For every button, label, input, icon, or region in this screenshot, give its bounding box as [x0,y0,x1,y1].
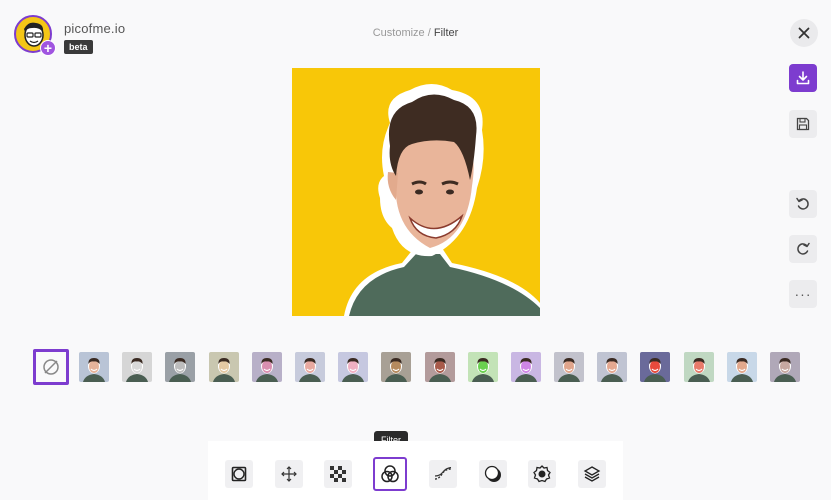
filter-thumbnail[interactable] [251,352,282,382]
filter-preview-image [294,352,325,382]
filter-preview-image [424,352,455,382]
filter-thumbnail[interactable] [640,352,671,382]
filter-thumbnail[interactable] [381,352,412,382]
filter-preview-image [165,352,196,382]
tool-layers[interactable] [578,460,606,488]
bottom-toolbar [208,441,623,500]
filter-thumbnail[interactable] [554,352,585,382]
tool-move[interactable] [275,460,303,488]
filter-preview-image [597,352,628,382]
filter-thumbnail[interactable] [338,352,369,382]
filter-thumbnail[interactable] [467,352,498,382]
checkerboard-icon [330,466,346,482]
save-icon [796,117,810,131]
filter-preview-image [640,352,671,382]
filter-preview-image [251,352,282,382]
shadow-icon [484,465,501,482]
more-icon: ··· [794,286,812,302]
filter-thumbnail[interactable] [165,352,196,382]
tool-background[interactable] [324,460,352,488]
download-button[interactable] [789,64,817,92]
filter-preview-image [683,352,714,382]
filter-thumbnail[interactable] [294,352,325,382]
beta-badge: beta [64,40,93,54]
more-button[interactable]: ··· [789,280,817,308]
filter-thumbnail[interactable] [726,352,757,382]
filter-preview-image [338,352,369,382]
badge-icon [533,465,551,483]
tool-filter[interactable] [373,457,407,491]
filter-preview-image [381,352,412,382]
breadcrumb-separator: / [424,27,434,39]
filter-thumbnail[interactable] [770,352,800,382]
save-button[interactable] [789,110,817,138]
download-icon [796,71,810,85]
filter-preview-image [122,352,153,382]
undo-icon [796,197,809,210]
photo-preview [292,68,540,316]
filter-thumbnail[interactable] [208,352,239,382]
close-button[interactable] [790,19,818,47]
no-filter-icon [43,359,59,375]
filter-preview-image [467,352,498,382]
close-icon [798,27,810,39]
filter-preview-image [79,352,109,382]
filter-thumbnail[interactable] [79,352,109,382]
breadcrumb-parent[interactable]: Customize [373,27,425,39]
filter-preview-image [726,352,757,382]
filter-preview-image [510,352,541,382]
breadcrumb: Customize / Filter [0,27,831,39]
filter-icon [381,465,399,483]
portrait-image [344,84,540,316]
frame-icon [231,466,247,482]
filter-strip [33,349,813,385]
tool-shadow[interactable] [479,460,507,488]
redo-button[interactable] [789,235,817,263]
filter-thumbnail[interactable] [510,352,541,382]
filter-preview-image [770,352,800,382]
tool-curves[interactable] [429,460,457,488]
tool-frame[interactable] [225,460,253,488]
filter-preview-image [208,352,239,382]
curve-icon [434,467,452,480]
filter-thumbnail[interactable] [597,352,628,382]
undo-button[interactable] [789,190,817,218]
filter-thumbnail[interactable] [683,352,714,382]
plus-icon[interactable]: + [40,40,56,56]
move-icon [281,466,297,482]
breadcrumb-current: Filter [433,27,459,39]
filter-thumbnail[interactable] [424,352,455,382]
filter-none[interactable] [33,349,69,385]
filter-thumbnail[interactable] [122,352,153,382]
redo-icon [797,242,810,255]
layers-icon [583,466,601,482]
tool-effects[interactable] [528,460,556,488]
filter-preview-image [554,352,585,382]
